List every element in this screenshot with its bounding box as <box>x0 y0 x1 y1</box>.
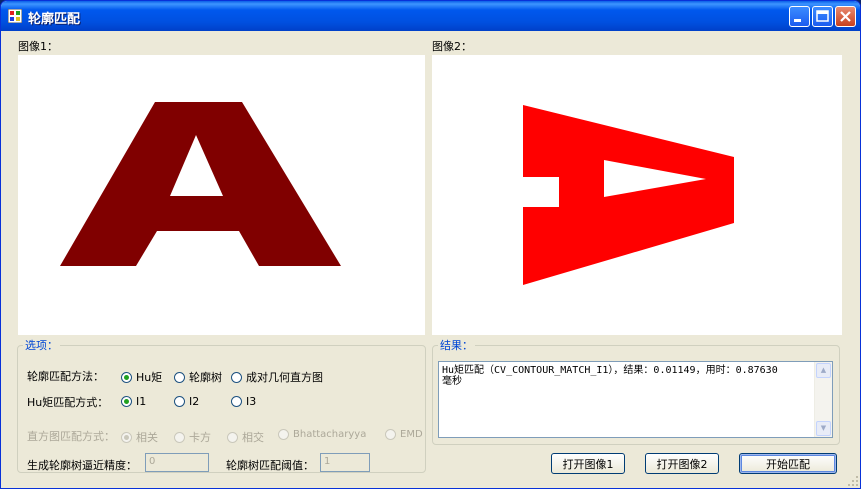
title-bar[interactable]: 轮廓匹配 <box>1 1 860 31</box>
minimize-button[interactable] <box>789 6 810 27</box>
radio-indicator <box>231 396 242 407</box>
hu-mode-radio-i2[interactable]: I2 <box>174 395 199 408</box>
method-radio-hu[interactable]: Hu矩 <box>121 369 162 385</box>
radio-indicator <box>227 431 238 443</box>
hu-mode-radio-i1[interactable]: I1 <box>121 395 146 408</box>
image2-label: 图像2： <box>432 40 472 53</box>
app-icon <box>8 9 22 23</box>
method-label: 轮廓匹配方法： <box>27 370 104 383</box>
radio-indicator <box>121 431 132 443</box>
hist-mode-radio-correlation[interactable]: 相关 <box>121 429 158 445</box>
method-radio-contour-tree[interactable]: 轮廓树 <box>174 369 222 385</box>
radio-indicator <box>121 371 132 383</box>
client-area: 图像1： 图像2： 选项： 轮廓匹配方法： Hu矩 轮廓树 成对几何直方图 Hu… <box>4 31 857 486</box>
threshold-input[interactable]: 1 <box>320 453 370 472</box>
radio-indicator <box>231 371 242 383</box>
threshold-label: 轮廓树匹配阈值： <box>226 459 314 472</box>
hist-mode-radio-chi-square[interactable]: 卡方 <box>174 429 211 445</box>
hist-mode-radio-emd[interactable]: EMD <box>385 429 423 440</box>
precision-label: 生成轮廓树逼近精度： <box>27 459 137 472</box>
result-textbox[interactable]: Hu矩匹配（CV_CONTOUR_MATCH_I1），结果：0.01149，用时… <box>438 361 833 438</box>
hu-mode-radio-i3[interactable]: I3 <box>231 395 256 408</box>
window-title: 轮廓匹配 <box>28 12 81 27</box>
radio-indicator <box>278 429 289 440</box>
close-icon <box>840 11 851 22</box>
hist-mode-label: 直方图匹配方式： <box>27 430 115 443</box>
letter-a-rotated-glyph <box>523 105 734 285</box>
letter-a-glyph <box>60 102 341 266</box>
radio-indicator <box>121 396 132 407</box>
start-match-button[interactable]: 开始匹配 <box>739 453 837 474</box>
radio-indicator <box>385 429 396 440</box>
open-image2-button[interactable]: 打开图像2 <box>645 453 719 474</box>
main-window: 轮廓匹配 图像1： 图像2： 选项： 轮廓匹配方法： Hu矩 轮廓树 成对几何直… <box>0 0 861 489</box>
precision-input[interactable]: 0 <box>145 453 209 472</box>
hist-mode-radio-bhattacharyya[interactable]: Bhattacharyya <box>278 429 366 440</box>
radio-indicator <box>174 371 185 383</box>
method-radio-pairwise-histogram[interactable]: 成对几何直方图 <box>231 369 323 385</box>
maximize-icon <box>816 10 829 22</box>
close-button[interactable] <box>835 6 856 27</box>
minimize-icon <box>794 19 801 22</box>
options-group-label: 选项： <box>25 339 58 352</box>
image1-label: 图像1： <box>18 40 58 53</box>
image2-picturebox <box>432 55 842 335</box>
maximize-button[interactable] <box>812 6 833 27</box>
result-text: Hu矩匹配（CV_CONTOUR_MATCH_I1），结果：0.01149，用时… <box>442 365 778 387</box>
image1-picturebox <box>18 55 425 335</box>
open-image1-button[interactable]: 打开图像1 <box>551 453 625 474</box>
result-group-label: 结果： <box>440 339 473 352</box>
radio-indicator <box>174 396 185 407</box>
resize-grip-icon[interactable] <box>848 476 858 486</box>
radio-indicator <box>174 431 185 443</box>
image2-canvas <box>523 105 734 285</box>
image1-canvas <box>60 102 341 266</box>
scroll-down-icon[interactable]: ▼ <box>816 421 831 436</box>
hu-mode-label: Hu矩匹配方式： <box>27 396 109 409</box>
result-scrollbar[interactable]: ▲ ▼ <box>814 362 832 437</box>
hist-mode-radio-intersection[interactable]: 相交 <box>227 429 264 445</box>
scroll-up-icon[interactable]: ▲ <box>816 363 831 378</box>
